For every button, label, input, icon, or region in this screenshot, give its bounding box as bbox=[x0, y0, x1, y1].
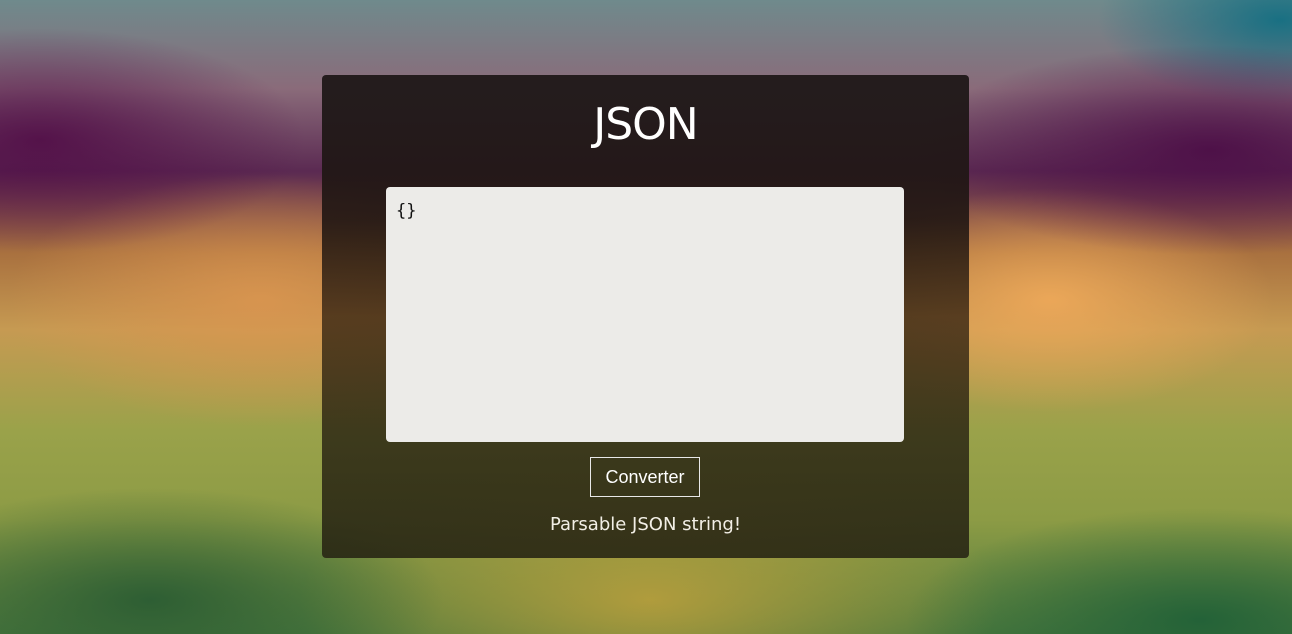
status-message: Parsable JSON string! bbox=[549, 514, 742, 535]
converter-panel: JSON {} Converter Parsable JSON string! bbox=[322, 75, 969, 558]
json-textarea[interactable]: {} bbox=[386, 187, 904, 442]
convert-button[interactable]: Converter bbox=[590, 457, 700, 497]
page-title: JSON bbox=[593, 99, 698, 150]
